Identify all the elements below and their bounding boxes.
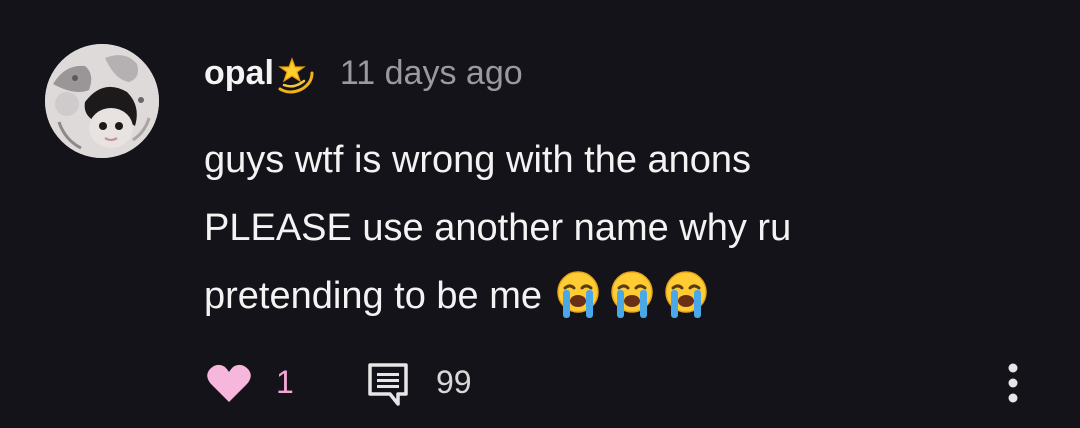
like-count: 1 — [276, 364, 294, 400]
reply-button[interactable] — [364, 360, 412, 408]
dizzy-star-icon — [276, 55, 316, 95]
author-name[interactable]: opal — [204, 54, 274, 93]
reply-count: 99 — [436, 364, 472, 400]
avatar[interactable] — [45, 44, 159, 158]
comment-header: opal 11 days ago — [204, 50, 523, 96]
comment-card: opal 11 days ago guys wtf is wrong with … — [0, 0, 1080, 428]
comment-timestamp: 11 days ago — [339, 53, 523, 92]
more-vertical-icon — [1008, 363, 1018, 403]
loudly-crying-face-icon — [552, 268, 604, 320]
loudly-crying-face-icon — [660, 268, 712, 320]
comment-line-text: pretending to be me — [204, 275, 543, 317]
comment-bubble-icon — [368, 363, 408, 406]
comment-actions: 1 99 — [0, 350, 1080, 414]
emoji-group — [552, 268, 714, 320]
comment-line: guys wtf is wrong with the anons — [204, 139, 752, 181]
heart-icon — [207, 364, 251, 402]
loudly-crying-face-icon — [606, 268, 658, 320]
more-options-button[interactable] — [996, 360, 1030, 410]
comment-line-last: pretending to be me — [204, 262, 1044, 330]
like-button[interactable] — [206, 362, 252, 404]
comment-body: guys wtf is wrong with the anons PLEASE … — [204, 126, 1044, 330]
comment-line: PLEASE use another name why ru — [204, 207, 792, 249]
